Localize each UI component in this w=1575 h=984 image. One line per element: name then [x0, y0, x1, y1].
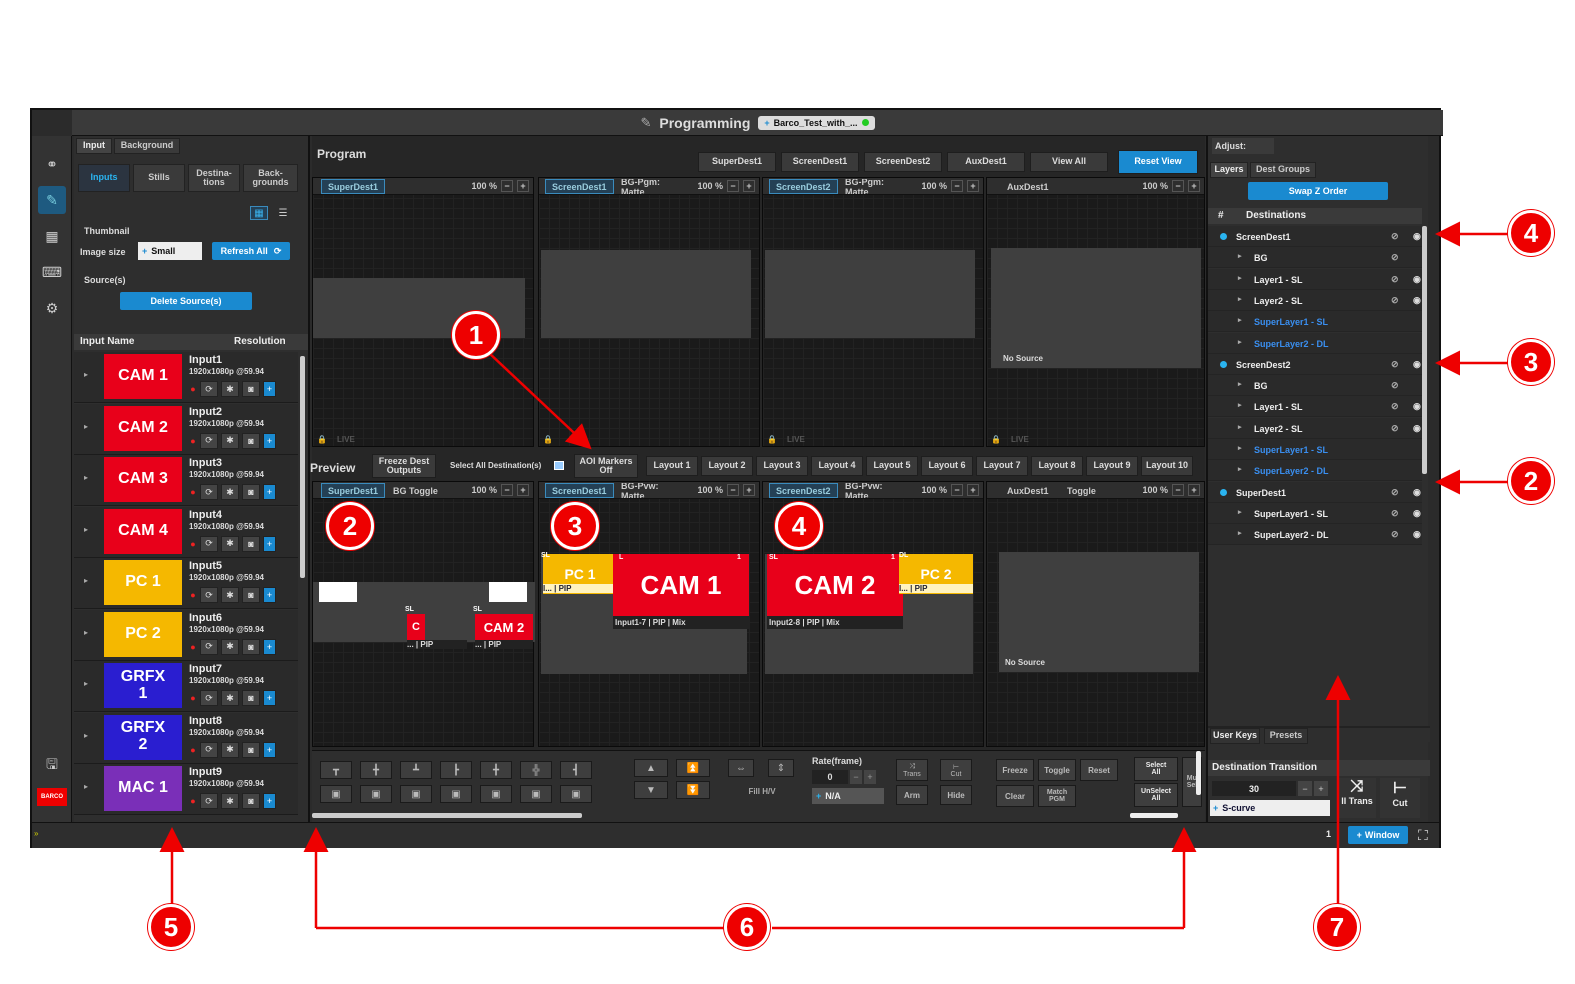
callout-6: 6 — [724, 904, 770, 950]
annotation-arrows — [159, 221, 1508, 930]
callout-3-preview: 3 — [551, 502, 599, 550]
callout-7: 7 — [1314, 904, 1360, 950]
callout-4-preview: 4 — [775, 502, 823, 550]
callout-2-preview: 2 — [326, 502, 374, 550]
callout-4-tree: 4 — [1508, 210, 1554, 256]
callout-2-tree: 2 — [1508, 458, 1554, 504]
callout-5: 5 — [148, 904, 194, 950]
callout-3-tree: 3 — [1508, 339, 1554, 385]
arrow-1 — [487, 351, 592, 450]
callout-1: 1 — [452, 311, 500, 359]
